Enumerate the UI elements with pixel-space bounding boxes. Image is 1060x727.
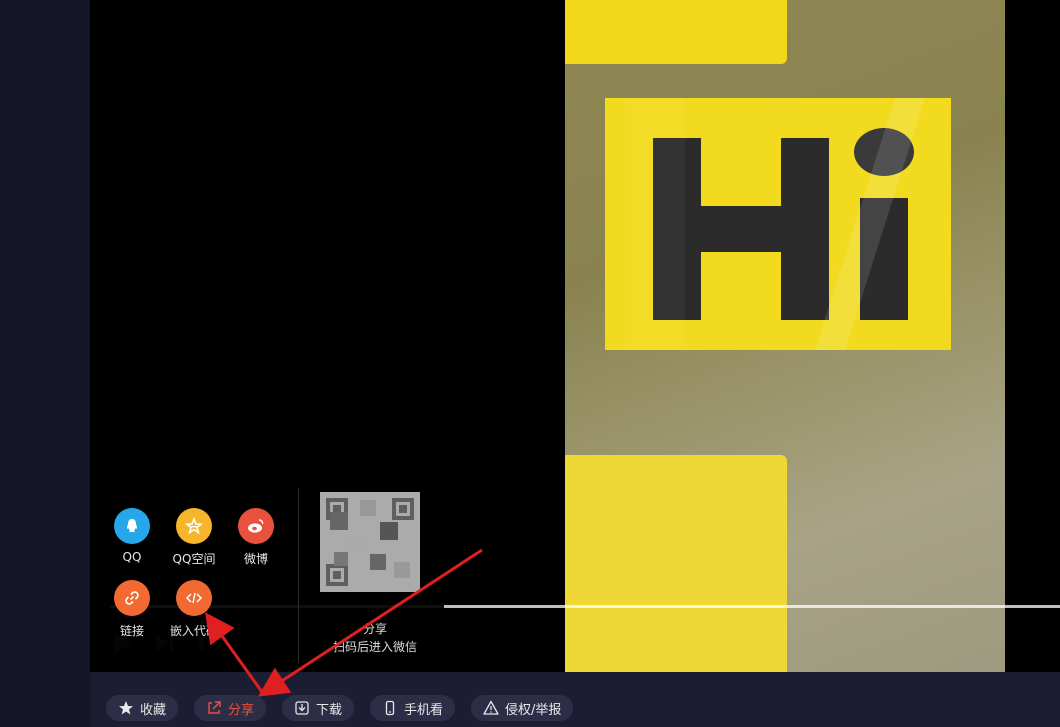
qzone-icon — [176, 508, 212, 544]
share-embed[interactable]: 嵌入代码 — [154, 580, 234, 639]
share-label: 分享 — [228, 702, 255, 718]
mobile-view-button[interactable]: 手机看 — [370, 695, 456, 721]
panel-divider — [298, 488, 299, 663]
report-label: 侵权/举报 — [505, 702, 562, 718]
share-weibo-label: 微博 — [243, 552, 268, 566]
action-toolbar: 收藏 分享 下载 手机看 侵权/举报 — [90, 672, 1060, 727]
mobile-label: 手机看 — [404, 702, 444, 718]
report-button[interactable]: 侵权/举报 — [471, 695, 574, 721]
qr-code-icon — [320, 492, 420, 592]
share-weibo[interactable]: 微博 — [216, 508, 296, 567]
download-label: 下载 — [316, 702, 343, 718]
embed-code-icon — [176, 580, 212, 616]
qr-caption: 分享 扫码后进入微信 — [315, 620, 435, 656]
link-icon — [114, 580, 150, 616]
qq-icon — [114, 508, 150, 544]
left-gutter — [0, 0, 90, 727]
qr-caption-line1: 扫码后进入微信 — [332, 640, 417, 654]
share-icon — [208, 701, 221, 714]
share-panel: QQ QQ空间 微博 链接 嵌入代码 分享 扫码后进入微信 — [90, 480, 444, 680]
star-icon — [119, 701, 133, 715]
download-button[interactable]: 下载 — [282, 695, 355, 721]
hi-sign: Hi — [605, 98, 951, 350]
download-icon — [295, 701, 309, 715]
share-embed-label: 嵌入代码 — [169, 624, 218, 638]
share-button[interactable]: 分享 — [194, 695, 267, 721]
qr-caption-line2: 分享 — [362, 622, 387, 636]
yellow-panel-bottom — [565, 455, 787, 672]
wechat-qr-code — [320, 492, 420, 592]
warning-icon — [483, 700, 499, 715]
yellow-panel-top — [565, 0, 787, 64]
weibo-icon — [238, 508, 274, 544]
video-frame: Hi — [565, 0, 1005, 672]
favorite-label: 收藏 — [140, 702, 167, 718]
favorite-button[interactable]: 收藏 — [106, 695, 179, 721]
phone-icon — [385, 700, 395, 716]
hi-sign-graphic — [605, 98, 951, 350]
